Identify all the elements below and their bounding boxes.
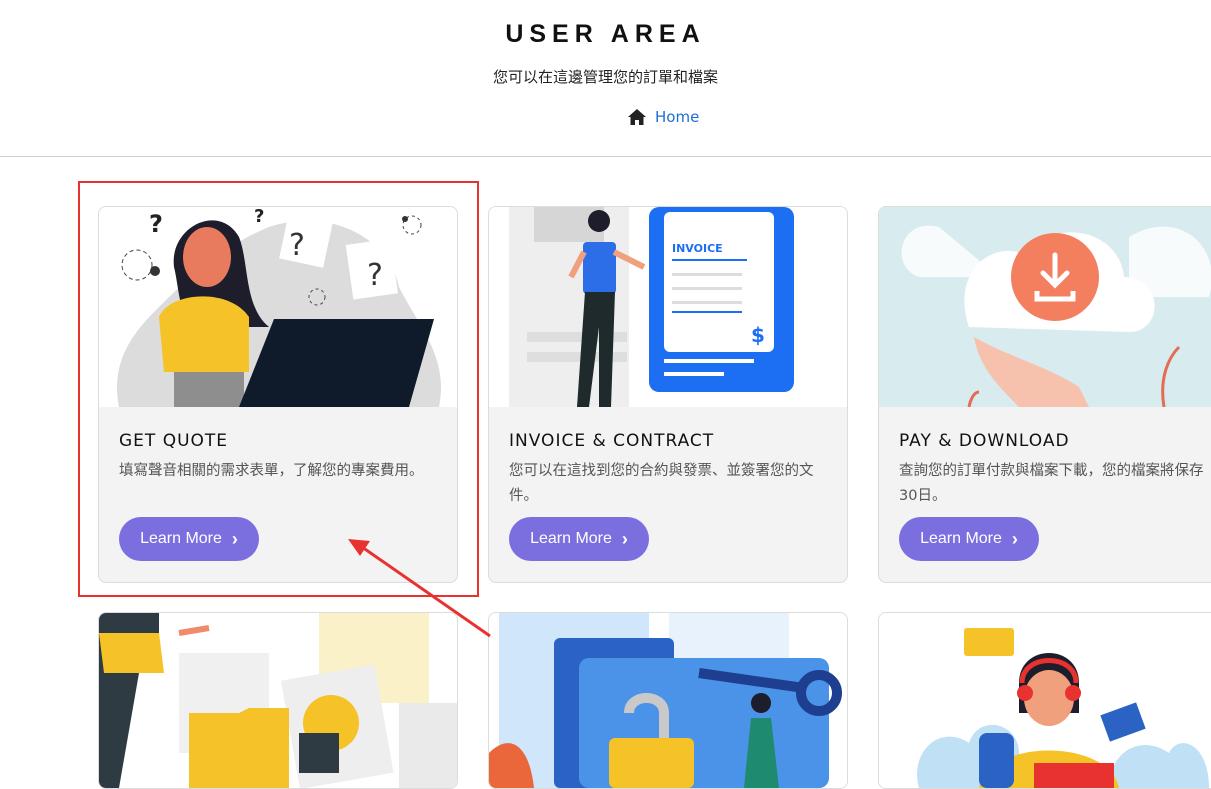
highlight-box xyxy=(78,181,479,597)
invoice-illustration: INVOICE $ xyxy=(489,207,847,407)
files-illustration xyxy=(99,613,457,788)
card-security xyxy=(488,612,848,789)
card-description: 您可以在這找到您的合約與發票、並簽署您的文件。 xyxy=(509,463,814,504)
card-pay-download: PAY & DOWNLOAD 查詢您的訂單付款與檔案下載，您的檔案將保存30日。… xyxy=(878,206,1211,583)
home-link-label: Home xyxy=(655,108,700,126)
download-illustration xyxy=(879,207,1211,407)
currency-art: $ xyxy=(751,323,765,347)
security-illustration xyxy=(489,613,847,788)
chevron-right-icon: › xyxy=(1011,528,1018,549)
learn-more-button[interactable]: Learn More › xyxy=(509,517,649,561)
page-subtitle: 您可以在這邊管理您的訂單和檔案 xyxy=(492,68,718,86)
learn-more-label: Learn More xyxy=(920,530,1002,547)
page-header: USER AREA 您可以在這邊管理您的訂單和檔案 Home xyxy=(0,0,1211,157)
invoice-art-label: INVOICE xyxy=(672,242,723,255)
learn-more-label: Learn More xyxy=(530,530,612,547)
home-icon xyxy=(628,109,646,125)
page-title: USER AREA xyxy=(505,20,706,48)
card-title: INVOICE & CONTRACT xyxy=(509,431,715,451)
card-support xyxy=(878,612,1211,789)
card-description: 查詢您的訂單付款與檔案下載，您的檔案將保存30日。 xyxy=(899,463,1204,504)
home-link[interactable]: Home xyxy=(627,108,699,126)
card-invoice-contract: INVOICE $ INVOICE & CONTRACT 您可以在這找到您的合約… xyxy=(488,206,848,583)
learn-more-button[interactable]: Learn More › xyxy=(899,517,1039,561)
support-illustration xyxy=(879,613,1211,788)
chevron-right-icon: › xyxy=(621,528,628,549)
card-files xyxy=(98,612,458,789)
card-title: PAY & DOWNLOAD xyxy=(899,431,1070,451)
